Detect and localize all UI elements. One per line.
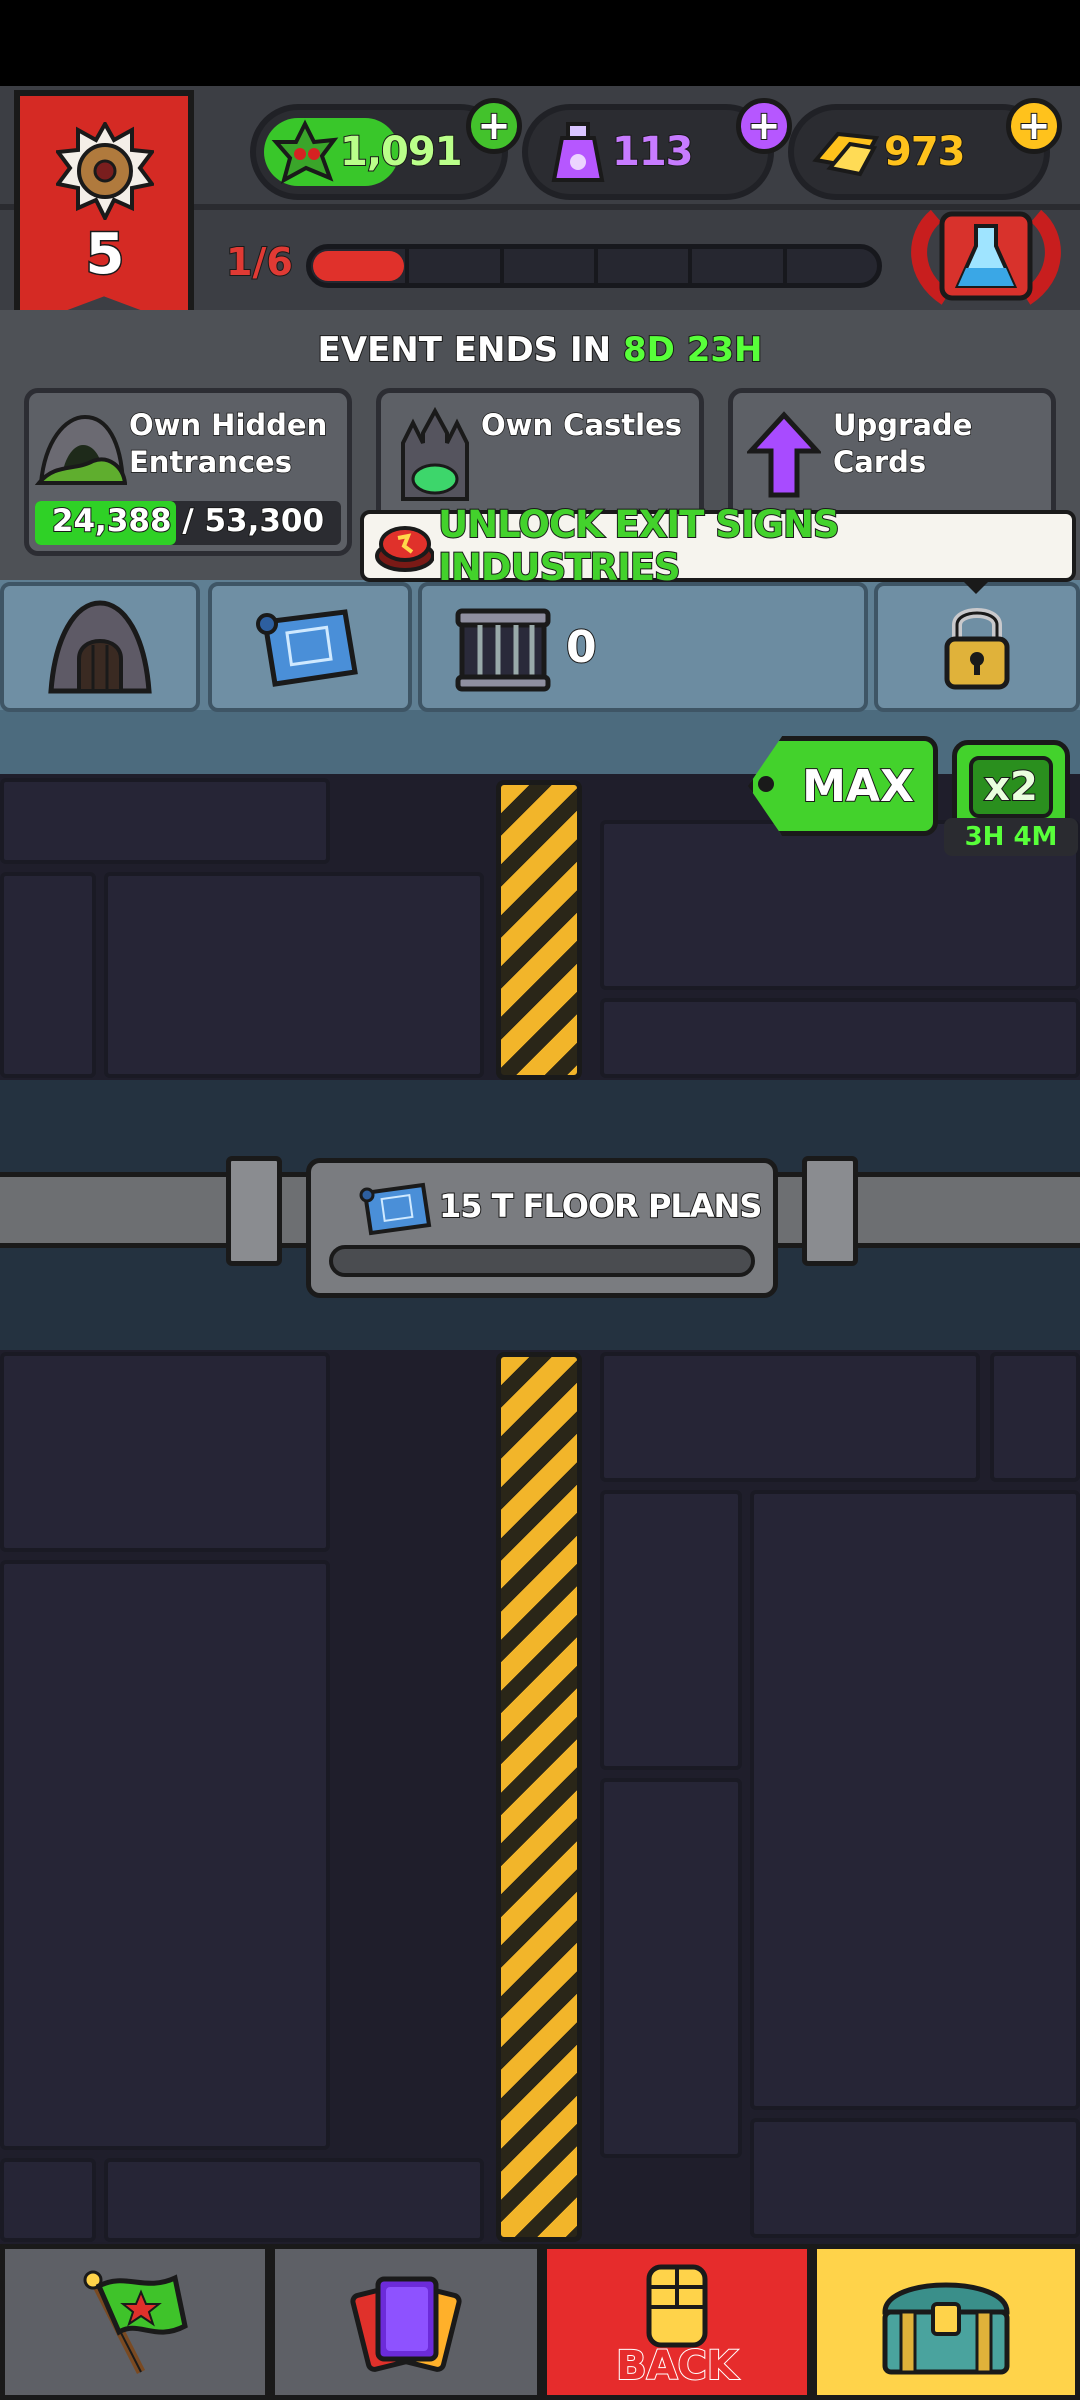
flag-icon — [83, 2270, 188, 2375]
event-timer-label: EVENT ENDS IN — [317, 329, 623, 371]
nav-flag-button[interactable] — [0, 2244, 270, 2400]
unlock-banner[interactable]: UNLOCK EXIT SIGNS INDUSTRIES — [360, 502, 1076, 590]
floor-plans-progress-bar — [329, 1245, 755, 1277]
laurel-flask-icon — [911, 209, 1061, 305]
milestone-divider — [499, 249, 504, 283]
milestone-divider — [688, 249, 693, 283]
task-progress-text: 24,388 / 53,300 — [51, 502, 325, 540]
max-tag-hole — [758, 776, 774, 792]
floor-plans-scroll-icon — [359, 1182, 432, 1236]
cage-count: 0 — [565, 621, 598, 674]
milestone-segments — [311, 249, 877, 283]
goblin-currency-value: 1,091 — [339, 128, 464, 176]
x2-boost-timer: 3H 4M — [944, 818, 1078, 856]
event-timer-days: 8D — [622, 329, 676, 371]
nav-back-button[interactable]: BACK — [542, 2244, 812, 2400]
research-button[interactable] — [906, 206, 1066, 306]
wall-brick — [600, 1352, 980, 1482]
castle-icon — [401, 406, 469, 501]
task-title: Own Hidden Entrances — [128, 407, 328, 480]
event-timer: EVENT ENDS IN 8D 23H — [0, 329, 1080, 371]
max-buy-button[interactable]: MAX — [748, 736, 938, 836]
nav-chest-button[interactable] — [812, 2244, 1080, 2400]
goblin-icon — [271, 119, 339, 185]
wall-brick — [600, 1490, 742, 1770]
player-level: 5 — [84, 221, 126, 289]
pipe-clamp — [226, 1156, 282, 1266]
potion-currency-value: 113 — [611, 128, 694, 176]
tab-hidden-entrance[interactable] — [0, 582, 200, 712]
blueprint-scroll-icon — [256, 609, 358, 687]
milestone-divider — [594, 249, 598, 283]
padlock-icon — [944, 608, 1010, 690]
task-title: Own Castles — [480, 407, 683, 443]
nav-cards-button[interactable] — [270, 2244, 542, 2400]
back-label: BACK — [615, 2342, 739, 2390]
add-gold-button[interactable]: + — [1006, 98, 1062, 154]
unlock-banner-pointer — [962, 580, 990, 594]
cage-icon — [455, 608, 551, 692]
elevator-shaft — [496, 1352, 582, 2242]
milestone-count: 1/6 — [225, 239, 294, 285]
wall-brick — [0, 872, 96, 1078]
exit-sign-button-icon — [375, 526, 435, 572]
tv-screen: x2 — [969, 756, 1053, 818]
task-progress-bar: 24,388 / 53,300 — [35, 501, 341, 545]
cards-icon — [350, 2276, 462, 2372]
wall-brick — [104, 872, 484, 1078]
floor-plans-label: 15 T FLOOR PLANS — [438, 1186, 763, 1226]
status-bar — [0, 0, 1080, 86]
x2-boost-label: x2 — [983, 763, 1039, 811]
wall-brick — [750, 2118, 1080, 2238]
upgrade-arrow-icon — [747, 411, 821, 498]
floor-plans-plate[interactable]: 15 T FLOOR PLANS — [306, 1158, 778, 1298]
treasure-chest-icon — [882, 2282, 1010, 2375]
unlock-banner-text: UNLOCK EXIT SIGNS INDUSTRIES — [437, 502, 841, 590]
gold-bar-icon — [812, 131, 880, 177]
wall-brick — [0, 1352, 330, 1552]
wall-brick — [0, 778, 330, 864]
wall-brick — [104, 2158, 484, 2242]
event-timer-hours: 23H — [686, 329, 764, 371]
milestone-progress-bar — [306, 244, 882, 288]
wall-brick — [750, 1490, 1080, 2110]
tab-locked[interactable] — [874, 582, 1080, 712]
fist-icon — [646, 2264, 708, 2348]
add-potions-button[interactable]: + — [736, 98, 792, 154]
task-card-hidden-entrances[interactable]: Own Hidden Entrances 24,388 / 53,300 — [24, 388, 352, 556]
milestone-divider — [782, 249, 787, 283]
elevator-shaft — [496, 780, 582, 1080]
wall-brick — [0, 1560, 330, 2150]
pipe-clamp — [802, 1156, 858, 1266]
gold-currency-value: 973 — [883, 128, 966, 176]
add-goblins-button[interactable]: + — [466, 98, 522, 154]
wall-brick — [0, 2158, 96, 2242]
hidden-entrance-icon — [35, 414, 127, 485]
tab-cages[interactable]: 0 — [418, 582, 868, 712]
max-buy-label: MAX — [801, 760, 915, 813]
tab-floor-plans[interactable] — [208, 582, 412, 712]
sawblade-icon — [56, 122, 154, 220]
wall-brick — [990, 1352, 1080, 1482]
milestone-divider — [405, 249, 410, 283]
task-title: Upgrade Cards — [832, 407, 973, 480]
dungeon-gate-icon — [48, 600, 152, 694]
wall-brick — [600, 1778, 742, 2158]
wall-brick — [600, 998, 1080, 1078]
potion-icon — [551, 122, 605, 182]
